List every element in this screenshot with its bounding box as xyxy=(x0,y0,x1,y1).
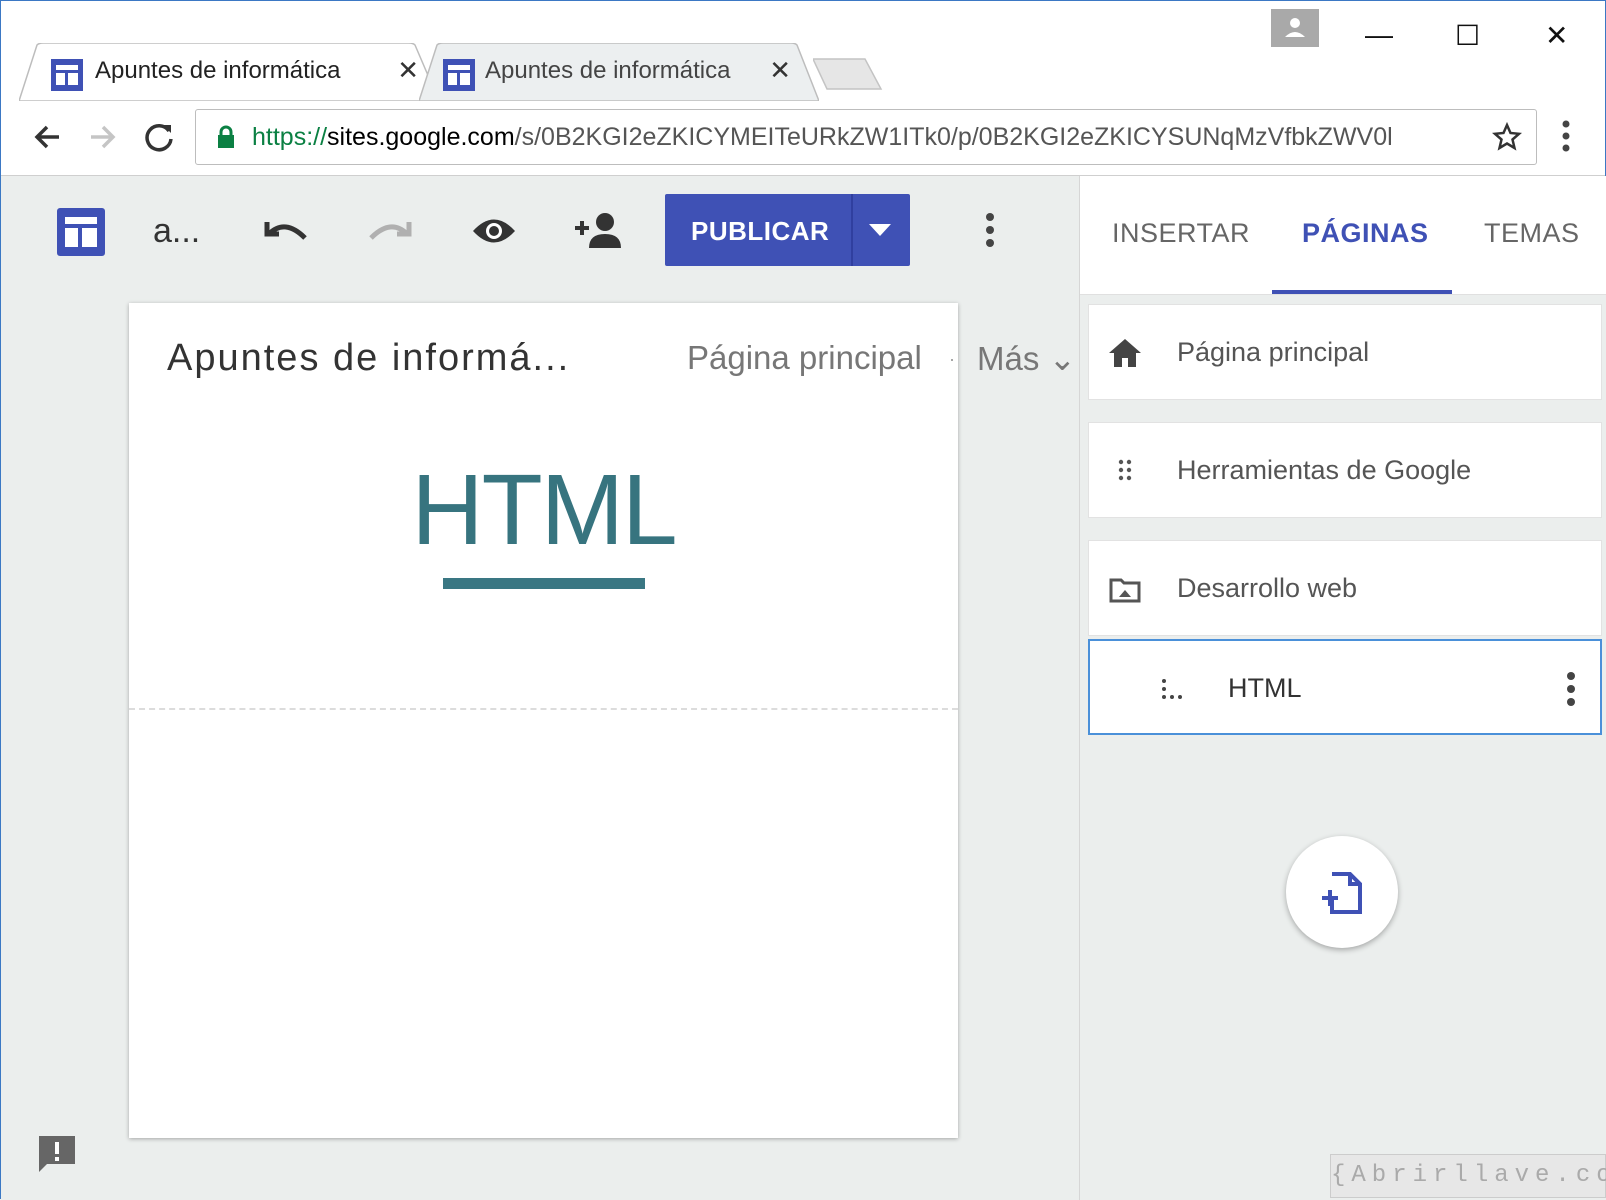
close-window-button[interactable]: ✕ xyxy=(1545,19,1568,52)
add-page-icon xyxy=(1322,872,1362,914)
url-text: https://sites.google.com/s/0B2KGI2eZKICY… xyxy=(252,123,1393,152)
page-item-html[interactable]: HTML xyxy=(1088,639,1602,735)
tab-active[interactable]: Apuntes de informática ✕ xyxy=(19,43,439,101)
tab-bar: Apuntes de informática ✕ Apuntes de info… xyxy=(1,1,1605,101)
browser-menu-icon[interactable] xyxy=(1561,119,1571,153)
add-page-button[interactable] xyxy=(1286,836,1398,948)
url-host: sites.google.com xyxy=(327,123,515,151)
address-bar[interactable]: https://sites.google.com/s/0B2KGI2eZKICY… xyxy=(195,109,1537,165)
tab-temas[interactable]: TEMAS xyxy=(1484,218,1580,249)
tab-close-icon[interactable]: ✕ xyxy=(769,55,791,86)
subpage-handle-icon[interactable] xyxy=(1154,671,1190,707)
more-options-icon[interactable] xyxy=(985,212,995,248)
profile-button[interactable] xyxy=(1271,9,1319,47)
share-add-person-icon[interactable] xyxy=(573,210,623,250)
tab-insertar[interactable]: INSERTAR xyxy=(1112,218,1250,249)
folder-icon xyxy=(1109,578,1141,603)
minimize-button[interactable]: — xyxy=(1365,19,1393,51)
tab-title: Apuntes de informática xyxy=(95,57,341,84)
browser-window: Apuntes de informática ✕ Apuntes de info… xyxy=(0,0,1606,1200)
lock-icon xyxy=(218,125,234,148)
page-item-label: HTML xyxy=(1228,673,1302,703)
publish-dropdown-icon[interactable] xyxy=(869,224,891,236)
page-item-label: Página principal xyxy=(1177,337,1370,367)
watermark-logo: {Abrirllave.com xyxy=(1330,1154,1606,1198)
editor-area: a... PUBLICAR Apuntes de informá... Pági… xyxy=(1,176,1079,1200)
page-item-label: Desarrollo web xyxy=(1177,573,1358,603)
publish-button[interactable]: PUBLICAR xyxy=(665,194,910,266)
drag-handle-icon[interactable] xyxy=(1107,453,1143,489)
home-icon xyxy=(1109,339,1141,367)
tab-inactive[interactable]: Apuntes de informática ✕ xyxy=(419,43,819,101)
sites-logo-icon xyxy=(51,59,83,91)
page-hero-title[interactable]: HTML xyxy=(129,453,958,568)
section-divider xyxy=(129,708,958,710)
site-title[interactable]: Apuntes de informá... xyxy=(167,337,570,380)
preview-eye-icon[interactable] xyxy=(471,214,517,248)
back-icon[interactable] xyxy=(29,119,65,155)
page-canvas[interactable]: Apuntes de informá... Página principal ·… xyxy=(129,303,1076,1138)
undo-icon[interactable] xyxy=(263,216,309,248)
nav-more-menu[interactable]: Más ⌄ xyxy=(977,339,1076,378)
tab-close-icon[interactable]: ✕ xyxy=(397,55,419,86)
nav-separator: · xyxy=(949,349,955,369)
page-item-label: Herramientas de Google xyxy=(1177,455,1472,485)
publish-label: PUBLICAR xyxy=(691,216,830,246)
bookmark-star-icon[interactable] xyxy=(1492,122,1522,152)
new-tab-button[interactable] xyxy=(813,57,883,91)
maximize-button[interactable]: ☐ xyxy=(1455,19,1480,52)
url-scheme: https:// xyxy=(252,123,328,151)
tab-title: Apuntes de informática xyxy=(485,57,731,84)
page-item-herramientas[interactable]: Herramientas de Google xyxy=(1088,422,1602,518)
feedback-icon[interactable] xyxy=(37,1134,77,1174)
page-options-icon[interactable] xyxy=(1566,671,1576,707)
hero-underline xyxy=(443,578,645,589)
active-tab-indicator xyxy=(1272,290,1452,294)
tab-paginas[interactable]: PÁGINAS xyxy=(1302,218,1429,249)
nav-home-link[interactable]: Página principal xyxy=(687,339,922,377)
page-item-pagina-principal[interactable]: Página principal xyxy=(1088,304,1602,400)
person-icon xyxy=(1285,18,1305,37)
browser-toolbar: https://sites.google.com/s/0B2KGI2eZKICY… xyxy=(1,101,1605,176)
side-panel: INSERTAR PÁGINAS TEMAS Página principal … xyxy=(1079,176,1606,1200)
url-path: /s/0B2KGI2eZKICYMEITeURkZW1ITk0/p/0B2KGI… xyxy=(514,123,1393,151)
sites-logo-icon xyxy=(443,59,475,91)
forward-icon[interactable] xyxy=(85,119,121,155)
side-panel-tabs: INSERTAR PÁGINAS TEMAS xyxy=(1080,176,1606,295)
reload-icon[interactable] xyxy=(141,119,177,155)
redo-icon[interactable] xyxy=(367,216,413,248)
publish-separator xyxy=(851,194,853,266)
page-item-desarrollo-web[interactable]: Desarrollo web xyxy=(1088,540,1602,636)
sites-logo-icon[interactable] xyxy=(57,208,105,256)
site-name[interactable]: a... xyxy=(153,212,200,251)
